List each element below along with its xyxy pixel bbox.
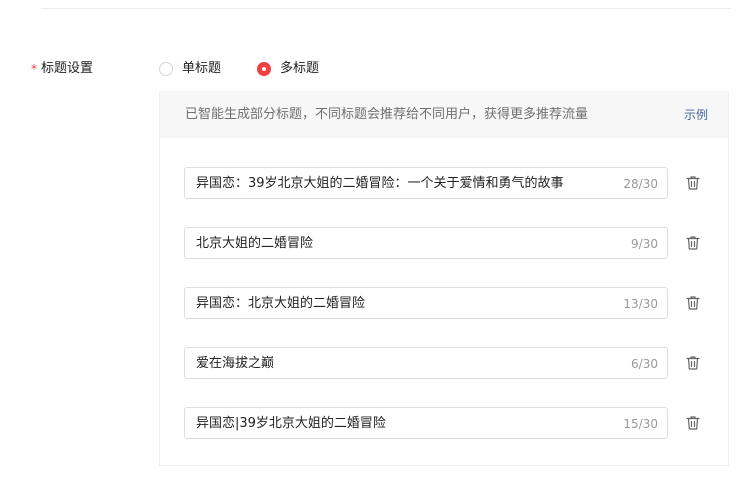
title-row: 北京大姐的二婚冒险 9/30 bbox=[184, 227, 714, 259]
char-counter: 9/30 bbox=[631, 237, 658, 251]
title-row: 爱在海拔之巅 6/30 bbox=[184, 347, 714, 379]
trash-icon[interactable] bbox=[684, 294, 702, 312]
field-label: 标题设置 bbox=[41, 61, 94, 76]
required-mark: * bbox=[31, 62, 37, 76]
multi-title-panel: 已智能生成部分标题，不同标题会推荐给不同用户，获得更多推荐流量 示例 异国恋：3… bbox=[159, 91, 729, 466]
radio-checked-icon[interactable] bbox=[257, 62, 271, 76]
char-counter: 28/30 bbox=[623, 177, 658, 191]
title-input-text: 异国恋：北京大姐的二婚冒险 bbox=[196, 296, 366, 311]
panel-hint-text: 已智能生成部分标题，不同标题会推荐给不同用户，获得更多推荐流量 bbox=[185, 107, 589, 122]
title-input-text: 爱在海拔之巅 bbox=[196, 356, 275, 371]
title-settings-page: * 标题设置 单标题 多标题 已智能生成部分标题，不同标题会推荐给不同用户，获得… bbox=[0, 0, 741, 482]
radio-label-single: 单标题 bbox=[182, 61, 222, 76]
char-counter: 15/30 bbox=[623, 417, 658, 431]
title-input-text: 异国恋：39岁北京大姐的二婚冒险：一个关于爱情和勇气的故事 bbox=[196, 176, 564, 191]
char-counter: 6/30 bbox=[631, 357, 658, 371]
char-counter: 13/30 bbox=[623, 297, 658, 311]
panel-header: 已智能生成部分标题，不同标题会推荐给不同用户，获得更多推荐流量 示例 bbox=[160, 92, 728, 138]
title-row: 异国恋：39岁北京大姐的二婚冒险：一个关于爱情和勇气的故事 28/30 bbox=[184, 167, 714, 199]
title-input[interactable]: 异国恋|39岁北京大姐的二婚冒险 15/30 bbox=[184, 407, 668, 439]
top-divider bbox=[41, 8, 731, 9]
trash-icon[interactable] bbox=[684, 174, 702, 192]
trash-icon[interactable] bbox=[684, 354, 702, 372]
title-input[interactable]: 异国恋：39岁北京大姐的二婚冒险：一个关于爱情和勇气的故事 28/30 bbox=[184, 167, 668, 199]
example-link[interactable]: 示例 bbox=[684, 106, 708, 124]
radio-single-title[interactable]: 单标题 bbox=[159, 59, 221, 79]
title-row: 异国恋|39岁北京大姐的二婚冒险 15/30 bbox=[184, 407, 714, 439]
radio-unchecked-icon[interactable] bbox=[159, 62, 173, 76]
radio-label-multi: 多标题 bbox=[280, 61, 320, 76]
title-setting-row: * 标题设置 单标题 多标题 bbox=[0, 57, 741, 81]
title-row: 异国恋：北京大姐的二婚冒险 13/30 bbox=[184, 287, 714, 319]
trash-icon[interactable] bbox=[684, 414, 702, 432]
radio-multi-title[interactable]: 多标题 bbox=[257, 59, 319, 79]
title-input-text: 北京大姐的二婚冒险 bbox=[196, 236, 314, 251]
title-input-text: 异国恋|39岁北京大姐的二婚冒险 bbox=[196, 416, 386, 431]
title-input[interactable]: 北京大姐的二婚冒险 9/30 bbox=[184, 227, 668, 259]
title-input[interactable]: 爱在海拔之巅 6/30 bbox=[184, 347, 668, 379]
title-input[interactable]: 异国恋：北京大姐的二婚冒险 13/30 bbox=[184, 287, 668, 319]
trash-icon[interactable] bbox=[684, 234, 702, 252]
